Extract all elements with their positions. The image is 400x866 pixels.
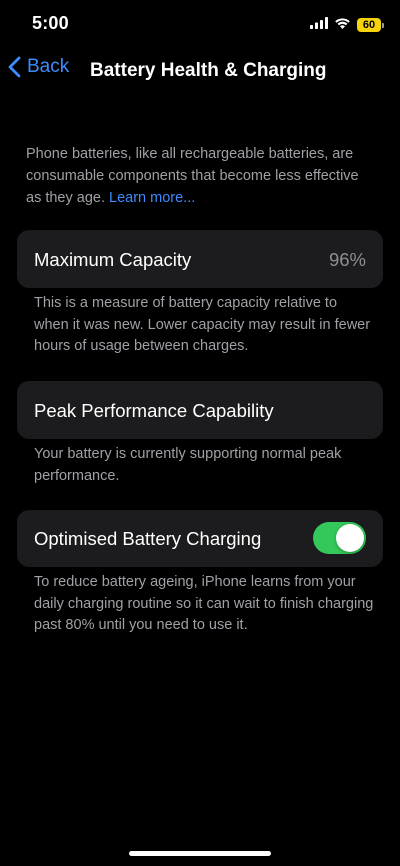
- peak-performance-label: Peak Performance Capability: [34, 400, 274, 421]
- battery-icon: 60: [357, 18, 384, 32]
- maximum-capacity-footnote: This is a measure of battery capacity re…: [34, 295, 371, 354]
- optimised-charging-toggle[interactable]: [313, 522, 366, 554]
- home-indicator[interactable]: [129, 851, 271, 856]
- battery-level: 60: [357, 18, 381, 32]
- wifi-icon: [334, 16, 351, 34]
- back-label: Back: [27, 56, 70, 77]
- intro-text: Phone batteries, like all rechargeable b…: [26, 143, 376, 209]
- learn-more-link[interactable]: Learn more...: [109, 190, 195, 206]
- page-title: Battery Health & Charging: [90, 60, 327, 81]
- peak-performance-footnote: Your battery is currently supporting nor…: [34, 446, 342, 484]
- maximum-capacity-label: Maximum Capacity: [34, 249, 192, 270]
- status-bar: 5:00 60: [0, 0, 400, 50]
- back-button[interactable]: Back: [8, 56, 69, 78]
- optimised-charging-footnote: To reduce battery ageing, iPhone learns …: [34, 574, 374, 633]
- cellular-signal-icon: [310, 16, 328, 34]
- status-icons: 60: [310, 16, 384, 34]
- peak-performance-row: Peak Performance Capability: [17, 381, 383, 439]
- maximum-capacity-row: Maximum Capacity 96%: [17, 230, 383, 288]
- optimised-charging-row: Optimised Battery Charging: [17, 510, 383, 567]
- chevron-left-icon: [8, 56, 21, 78]
- status-time: 5:00: [32, 13, 69, 33]
- navigation-bar: Back Battery Health & Charging: [0, 52, 400, 92]
- toggle-knob: [336, 524, 364, 552]
- optimised-charging-label: Optimised Battery Charging: [34, 528, 262, 549]
- maximum-capacity-value: 96%: [328, 249, 366, 270]
